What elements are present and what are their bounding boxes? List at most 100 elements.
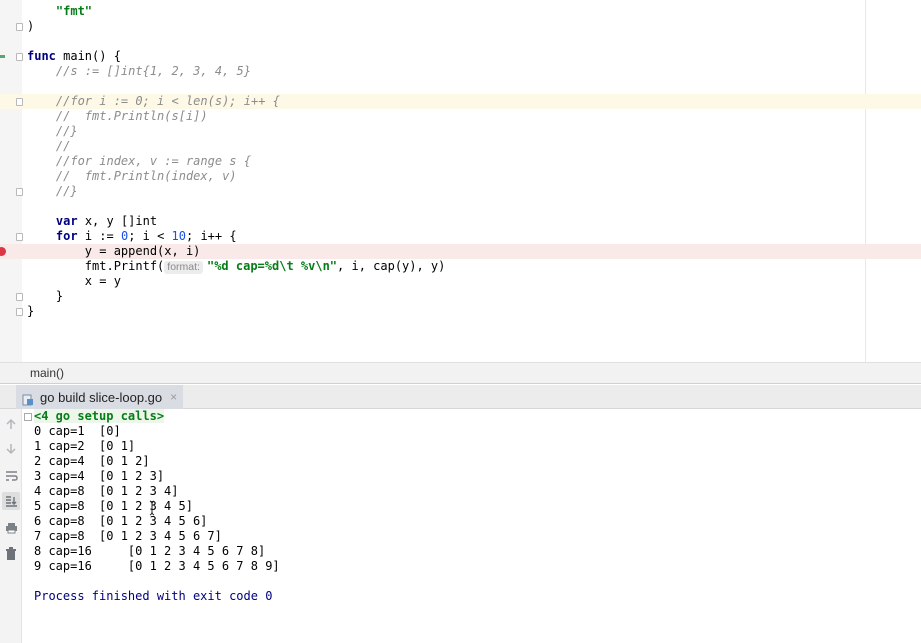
code-line[interactable]: //}	[0, 184, 921, 199]
code-line[interactable]: //}	[0, 124, 921, 139]
code-line[interactable]: }	[0, 304, 921, 319]
breakpoint-icon[interactable]	[0, 247, 6, 256]
console-line: 9 cap=16 [0 1 2 3 4 5 6 7 8 9]	[34, 559, 280, 574]
code-editor[interactable]: "fmt") func main() { //s := []int{1, 2, 3…	[0, 0, 921, 362]
code-text: // fmt.Println(index, v)	[27, 169, 237, 184]
code-token: // fmt.Println(index, v)	[55, 169, 237, 183]
run-toolbar	[0, 409, 22, 643]
console-line-text: <4 go setup calls>	[34, 409, 165, 423]
console-line-text: 8 cap=16 [0 1 2 3 4 5 6 7 8]	[34, 544, 266, 558]
fold-marker-icon[interactable]	[16, 293, 23, 301]
code-line[interactable]: "fmt"	[0, 4, 921, 19]
console-line-text: 1 cap=2 [0 1]	[34, 439, 136, 453]
text-cursor-icon	[149, 500, 155, 516]
code-text: y = append(x, i)	[27, 244, 201, 259]
console-line-text: 3 cap=4 [0 1 2 3]	[34, 469, 165, 483]
code-line[interactable]: func main() {	[0, 49, 921, 64]
go-setup-calls-fold[interactable]: <4 go setup calls>	[24, 409, 165, 424]
code-text: }	[27, 304, 34, 319]
fold-marker-icon[interactable]	[16, 53, 23, 61]
code-line[interactable]: )	[0, 19, 921, 34]
fold-marker-icon[interactable]	[16, 98, 23, 106]
code-line[interactable]: for i := 0; i < 10; i++ {	[0, 229, 921, 244]
console-line: 6 cap=8 [0 1 2 3 4 5 6]	[34, 514, 207, 529]
console-line: 7 cap=8 [0 1 2 3 4 5 6 7]	[34, 529, 222, 544]
code-line[interactable]	[0, 79, 921, 94]
breadcrumb-item-main[interactable]: main()	[30, 366, 64, 380]
code-text: //}	[27, 184, 78, 199]
code-text: )	[27, 19, 34, 34]
code-token: for	[55, 229, 78, 243]
code-text: x = y	[27, 274, 121, 289]
code-line[interactable]: // fmt.Println(s[i])	[0, 109, 921, 124]
fold-marker-icon[interactable]	[16, 233, 23, 241]
code-line[interactable]: // fmt.Println(index, v)	[0, 169, 921, 184]
console-line: 1 cap=2 [0 1]	[34, 439, 135, 454]
code-token: )	[27, 19, 35, 33]
code-token: func	[27, 49, 56, 63]
code-token: //}	[55, 124, 78, 138]
arrow-down-icon[interactable]	[2, 440, 20, 458]
code-line[interactable]: //for i := 0; i < len(s); i++ {	[0, 94, 921, 109]
console-line-text: 4 cap=8 [0 1 2 3 4]	[34, 484, 179, 498]
console-line: 4 cap=8 [0 1 2 3 4]	[34, 484, 179, 499]
code-token: }	[27, 289, 64, 303]
code-token: main() {	[55, 49, 121, 63]
console-line: 2 cap=4 [0 1 2]	[34, 454, 150, 469]
code-text: //for index, v := range s {	[27, 154, 251, 169]
code-line[interactable]: y = append(x, i)	[0, 244, 921, 259]
code-line[interactable]: var x, y []int	[0, 214, 921, 229]
code-line[interactable]: x = y	[0, 274, 921, 289]
fold-marker-icon[interactable]	[16, 23, 23, 31]
scroll-to-end-icon[interactable]	[2, 492, 20, 510]
code-line[interactable]: //	[0, 139, 921, 154]
console-line-text: 2 cap=4 [0 1 2]	[34, 454, 150, 468]
code-line[interactable]: }	[0, 289, 921, 304]
fold-marker-icon[interactable]	[16, 308, 23, 316]
code-text: func main() {	[27, 49, 121, 64]
code-line[interactable]: //for index, v := range s {	[0, 154, 921, 169]
code-text: //}	[27, 124, 78, 139]
code-token: //for index, v := range s {	[55, 154, 251, 168]
code-token: ; i <	[128, 229, 172, 243]
code-text: }	[27, 289, 63, 304]
code-line[interactable]	[0, 34, 921, 49]
code-token: i :=	[77, 229, 121, 243]
fold-marker-icon[interactable]	[16, 188, 23, 196]
print-icon[interactable]	[2, 519, 20, 537]
code-token: // fmt.Println(s[i])	[55, 109, 208, 123]
code-text: // fmt.Println(s[i])	[27, 109, 208, 124]
run-panel-header: go build slice-loop.go ×	[0, 385, 921, 409]
code-token: "fmt"	[55, 4, 93, 18]
close-icon[interactable]: ×	[170, 390, 177, 404]
console-line: 5 cap=8 [0 1 2 3 4 5]	[34, 499, 193, 514]
console-line-text: 6 cap=8 [0 1 2 3 4 5 6]	[34, 514, 208, 528]
soft-wrap-icon[interactable]	[2, 467, 20, 485]
code-token: ; i++ {	[186, 229, 237, 243]
arrow-up-icon[interactable]	[2, 415, 20, 433]
code-token: //s := []int{1, 2, 3, 4, 5}	[55, 64, 251, 78]
code-line[interactable]	[0, 199, 921, 214]
code-token: var	[55, 214, 78, 228]
expand-fold-icon[interactable]	[24, 413, 32, 421]
run-gutter-icon[interactable]	[0, 55, 5, 58]
run-tab[interactable]: go build slice-loop.go ×	[16, 385, 184, 409]
code-token: fmt.Printf(	[27, 259, 165, 273]
code-token: x, y []int	[77, 214, 158, 228]
code-text: fmt.Printf(format: "%d cap=%d\t %v\n", i,…	[27, 259, 445, 274]
console-output[interactable]: <4 go setup calls> 0 cap=1 [0] 1 cap=2 [0 …	[22, 409, 921, 643]
process-exit-message: Process finished with exit code 0	[34, 589, 272, 604]
code-text: for i := 0; i < 10; i++ {	[27, 229, 237, 244]
parameter-hint: format:	[164, 261, 203, 274]
trash-icon[interactable]	[2, 544, 20, 562]
code-line[interactable]: fmt.Printf(format: "%d cap=%d\t %v\n", i,…	[0, 259, 921, 274]
code-line[interactable]: //s := []int{1, 2, 3, 4, 5}	[0, 64, 921, 79]
